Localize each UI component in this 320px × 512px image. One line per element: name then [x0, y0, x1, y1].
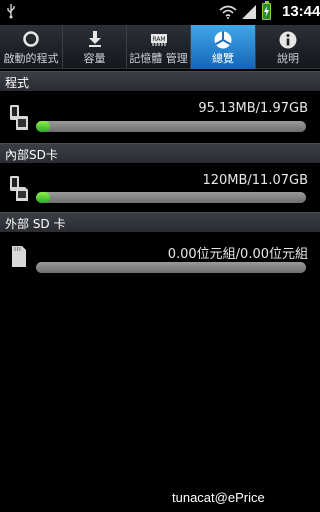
signal-icon [241, 4, 257, 24]
section-header-apps: 程式 [0, 71, 320, 91]
section-title: 內部SD卡 [5, 148, 58, 162]
apps-usage-bar [36, 121, 306, 132]
status-bar: 13:44 [0, 0, 320, 25]
phone-storage-icon [8, 103, 30, 135]
internal-sd-usage-text: 120MB/11.07GB [202, 173, 308, 188]
internal-sd-icon [8, 174, 30, 206]
section-header-external-sd: 外部 SD 卡 [0, 212, 320, 232]
usage-bar-fill [36, 121, 50, 132]
usb-icon [6, 3, 16, 23]
external-sd-usage-text: 0.00位元組/0.00位元組 [167, 247, 308, 262]
clock: 13:44 [282, 3, 320, 20]
external-sd-usage-bar [36, 262, 306, 273]
battery-charging-icon [262, 1, 271, 20]
usage-bar-fill [36, 192, 50, 203]
tab-label: 容量 [83, 52, 106, 65]
svg-text:RAM: RAM [152, 36, 165, 43]
internal-sd-usage-bar [36, 192, 306, 203]
tab-overview[interactable]: 總覽 [191, 25, 256, 69]
ram-chip-icon: RAM [149, 30, 169, 52]
section-title: 程式 [5, 76, 30, 90]
wifi-icon [219, 4, 237, 23]
tab-label: 說明 [277, 52, 299, 65]
watermark: tunacat@ePrice [172, 490, 265, 505]
tab-label: 總覽 [212, 52, 234, 65]
section-header-internal-sd: 內部SD卡 [0, 143, 320, 163]
circle-icon [22, 30, 40, 52]
tab-label: 記憶體 管理 [129, 52, 188, 65]
tab-label: 啟動的程式 [3, 52, 59, 65]
tab-running-apps[interactable]: 啟動的程式 [0, 25, 63, 69]
tab-help[interactable]: 說明 [256, 25, 320, 69]
download-icon [86, 30, 104, 52]
tab-bar: 啟動的程式 容量 RAM 記憶體 管理 總覽 說明 [0, 25, 320, 69]
sd-card-icon [8, 243, 30, 275]
section-title: 外部 SD 卡 [5, 217, 66, 231]
tab-memory-manager[interactable]: RAM 記憶體 管理 [127, 25, 191, 69]
tab-capacity[interactable]: 容量 [63, 25, 127, 69]
apps-usage-text: 95.13MB/1.97GB [198, 101, 308, 116]
